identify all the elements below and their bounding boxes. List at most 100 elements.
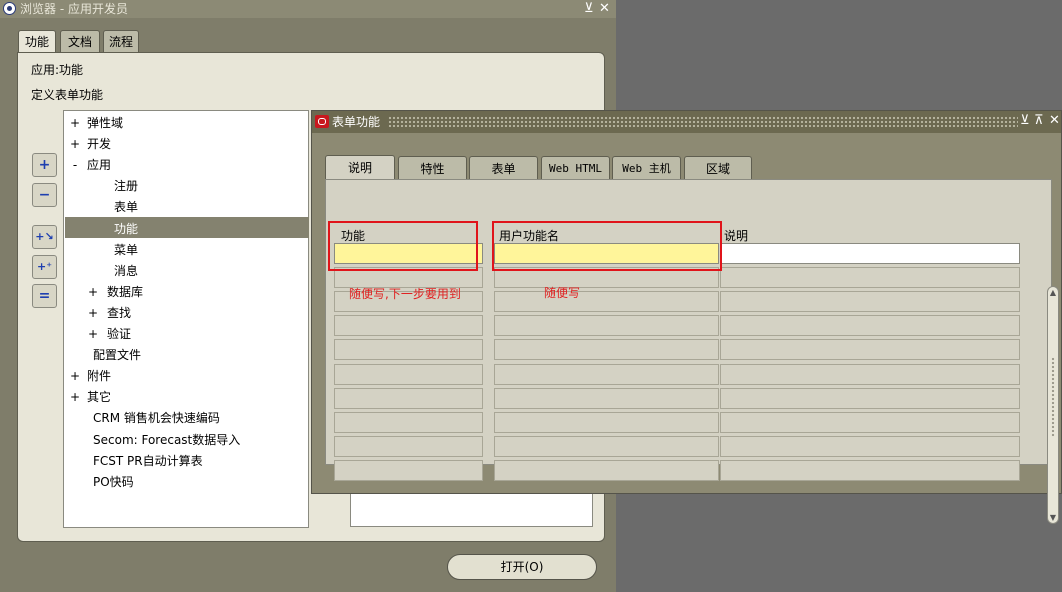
tree-node[interactable]: 表单 (64, 197, 308, 218)
tree-node[interactable]: + 验证 (64, 324, 308, 345)
collapse-all-button[interactable]: = (32, 284, 57, 308)
scroll-down-icon[interactable]: ▼ (1048, 513, 1058, 522)
tree-node-label: 注册 (114, 179, 139, 194)
tree-node[interactable]: + 附件 (64, 366, 308, 387)
collapse-node-icon[interactable]: - (69, 155, 81, 176)
annotation-box-function (328, 221, 478, 271)
scroll-up-icon[interactable]: ▲ (1048, 288, 1058, 297)
tree-node-label: 验证 (107, 327, 132, 341)
tree-node[interactable]: + 开发 (64, 134, 308, 155)
scroll-grip[interactable] (1051, 357, 1055, 437)
expand-all-button[interactable]: +⁺ (32, 255, 57, 279)
tree-node[interactable]: + 弹性域 (64, 113, 308, 134)
function-field[interactable] (334, 363, 483, 385)
description-field[interactable] (720, 387, 1020, 409)
tree-node[interactable]: + 其它 (64, 387, 308, 408)
form-title-bar: 表单功能 ⊻ ⊼ ✕ (312, 111, 1061, 133)
description-field[interactable] (720, 243, 1020, 264)
minimize-icon[interactable]: ⊻ (584, 0, 594, 18)
tree-node-label: FCST PR自动计算表 (93, 453, 203, 468)
function-field[interactable] (334, 315, 483, 337)
oracle-icon (315, 115, 329, 128)
function-field[interactable] (334, 459, 483, 481)
navigator-title-bar: 浏览器 - 应用开发员 ⊻ ✕ (0, 0, 616, 18)
description-field[interactable] (720, 291, 1020, 313)
description-field[interactable] (720, 339, 1020, 361)
function-field[interactable] (334, 387, 483, 409)
form-functions-window: 表单功能 ⊻ ⊼ ✕ 说明 特性 表单 Web HTML Web 主机 区域 ▲… (311, 110, 1062, 524)
column-header-description: 说明 (724, 229, 749, 243)
expand-branch-button[interactable]: +↘ (32, 225, 57, 249)
tree-node[interactable]: - 应用 (64, 155, 308, 176)
user-function-name-field[interactable] (494, 339, 719, 361)
tab-region[interactable]: 区域 (684, 156, 752, 180)
expand-node-icon[interactable]: + (87, 324, 99, 345)
tab-functions[interactable]: 功能 (18, 30, 56, 54)
expand-node-icon[interactable]: + (69, 366, 81, 387)
expand-node-icon[interactable]: + (69, 387, 81, 408)
tree-node-label: 功能 (114, 221, 139, 236)
function-field[interactable] (334, 435, 483, 457)
description-field[interactable] (720, 267, 1020, 289)
user-function-name-field[interactable] (494, 315, 719, 337)
description-field[interactable] (720, 411, 1020, 433)
user-function-name-field[interactable] (494, 411, 719, 433)
navigator-title: 浏览器 - 应用开发员 (20, 2, 128, 16)
tree-node-label: 其它 (87, 390, 112, 405)
open-button[interactable]: 打开(O) (447, 554, 597, 580)
maximize-icon[interactable]: ⊼ (1034, 113, 1044, 128)
function-field[interactable] (334, 339, 483, 361)
title-bar-texture (388, 116, 1018, 127)
tree-node[interactable]: Secom: Forecast数据导入 (64, 430, 308, 451)
tree-node-label: 配置文件 (93, 348, 142, 363)
description-field[interactable] (720, 435, 1020, 457)
tab-web-host[interactable]: Web 主机 (612, 156, 681, 180)
tree-node-label: 菜单 (114, 242, 139, 257)
function-annotation: 随便写,下一步要用到 (349, 287, 461, 301)
tree-node-label: 附件 (87, 369, 112, 384)
application-label: 应用:功能 (31, 63, 84, 77)
tab-web-html[interactable]: Web HTML (541, 156, 610, 180)
user-function-name-field[interactable] (494, 291, 719, 313)
tab-form[interactable]: 表单 (469, 156, 538, 180)
user-function-annotation: 随便写 (544, 286, 581, 300)
vertical-scrollbar[interactable]: ▲ ▼ (1047, 286, 1059, 524)
tree-node-label: 表单 (114, 200, 139, 215)
tab-description[interactable]: 说明 (325, 155, 395, 181)
tree-node-label: PO快码 (93, 474, 134, 489)
tab-properties[interactable]: 特性 (398, 156, 467, 180)
user-function-name-field[interactable] (494, 459, 719, 481)
user-function-name-field[interactable] (494, 363, 719, 385)
tree-node[interactable]: 注册 (64, 176, 308, 197)
expand-node-icon[interactable]: + (69, 113, 81, 134)
close-icon[interactable]: ✕ (1049, 113, 1060, 128)
function-tree[interactable]: + 弹性域 + 开发 - 应用 注册 表单 功能 菜单 消息 + 数据库 + 查找 + 验证 配置文件 + 附件 + 其它… (63, 110, 309, 528)
user-function-name-field[interactable] (494, 435, 719, 457)
tree-node[interactable]: + 查找 (64, 303, 308, 324)
tab-processes[interactable]: 流程 (103, 30, 139, 52)
tree-node[interactable]: 功能 (64, 219, 308, 240)
description-field[interactable] (720, 315, 1020, 337)
expand-node-icon[interactable]: + (87, 282, 99, 303)
description-field[interactable] (720, 459, 1020, 481)
expand-node-icon[interactable]: + (87, 303, 99, 324)
tree-node[interactable]: CRM 销售机会快速编码 (64, 408, 308, 429)
expand-node-icon[interactable]: + (69, 134, 81, 155)
expand-button[interactable]: + (32, 153, 57, 177)
function-field[interactable] (334, 411, 483, 433)
close-icon[interactable]: ✕ (599, 0, 610, 18)
minimize-icon[interactable]: ⊻ (1020, 113, 1030, 128)
tree-node[interactable]: 配置文件 (64, 345, 308, 366)
tree-node[interactable]: 消息 (64, 261, 308, 282)
tree-node[interactable]: PO快码 (64, 472, 308, 493)
tree-node-label: Secom: Forecast数据导入 (93, 432, 241, 447)
tree-node[interactable]: FCST PR自动计算表 (64, 451, 308, 472)
collapse-button[interactable]: − (32, 183, 57, 207)
tree-node[interactable]: 菜单 (64, 240, 308, 261)
navigator-app-icon (3, 2, 16, 15)
user-function-name-field[interactable] (494, 387, 719, 409)
tree-node-label: 应用 (87, 158, 112, 173)
description-field[interactable] (720, 363, 1020, 385)
tree-node[interactable]: + 数据库 (64, 282, 308, 303)
tab-documents[interactable]: 文档 (60, 30, 100, 52)
